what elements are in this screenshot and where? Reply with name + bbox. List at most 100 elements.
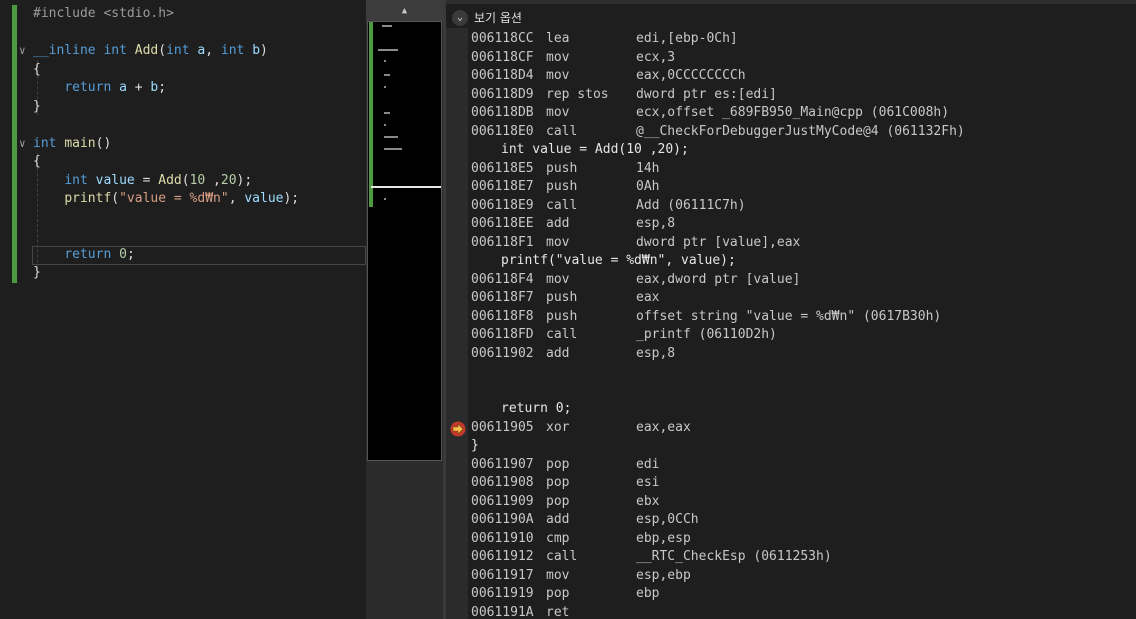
minimap-text xyxy=(384,148,402,150)
mnemonic-cell: mov xyxy=(546,68,570,83)
source-line-row[interactable]: return 0; xyxy=(446,400,1136,418)
keyword-token: __inline xyxy=(33,43,96,58)
address-cell: 006118DB xyxy=(471,105,534,120)
plain-token: ( xyxy=(158,43,167,58)
function-token: printf xyxy=(64,191,112,206)
chevron-down-icon[interactable]: ⌄ xyxy=(452,10,468,26)
identifier-token: b xyxy=(252,43,261,58)
number-token: 20 xyxy=(220,172,237,188)
operand-cell: ecx,offset _689FB950_Main@cpp (061C008h) xyxy=(636,105,950,120)
disasm-row[interactable]: 0061191A ret xyxy=(446,604,1136,619)
disasm-row[interactable]: 006118F1 mov dword ptr [value],eax xyxy=(446,234,1136,252)
operand-cell: _printf (06110D2h) xyxy=(636,327,777,342)
code-line-text: int main() xyxy=(33,134,111,153)
address-cell: 006118FD xyxy=(471,327,534,342)
plain-token: } xyxy=(33,98,41,114)
address-cell: 006118F8 xyxy=(471,308,534,324)
minimap-text xyxy=(384,124,386,126)
mnemonic-cell: cmp xyxy=(546,530,570,546)
address-cell: 00611909 xyxy=(471,493,534,509)
address-cell: 006118F1 xyxy=(471,234,534,250)
keyword-token: int xyxy=(64,172,88,188)
address-cell: 006118CC xyxy=(471,31,534,46)
disasm-row[interactable]: 006118F8 push offset string "value = %d₩n"… xyxy=(446,308,1136,326)
disasm-row[interactable]: 006118DB mov ecx,offset _689FB950_Main@cpp… xyxy=(446,104,1136,122)
disasm-row[interactable]: 006118E0 call @__CheckForDebuggerJustMyCod… xyxy=(446,123,1136,141)
source-editor[interactable]: #include <stdio.h> ∨ __inline int Add(int … xyxy=(0,0,366,619)
address-cell: 00611910 xyxy=(471,530,534,546)
operand-cell: dword ptr [value],eax xyxy=(636,234,801,250)
plain-token: = xyxy=(134,172,159,188)
minimap-viewport[interactable] xyxy=(367,21,442,461)
plain-token: ); xyxy=(236,172,253,188)
keyword-token: int xyxy=(33,135,57,151)
scroll-up-button[interactable]: ▲ xyxy=(366,0,443,22)
minimap-caret-line xyxy=(371,186,441,188)
source-line-text: return 0; xyxy=(501,401,572,416)
plain-token: + xyxy=(126,80,151,95)
keyword-token: int xyxy=(166,43,190,58)
disasm-row[interactable]: 00611908 pop esi xyxy=(446,474,1136,492)
code-line-text: { xyxy=(33,60,41,79)
operand-cell: esp,ebp xyxy=(636,567,691,583)
disasm-row[interactable]: 006118D4 mov eax,0CCCCCCCCh xyxy=(446,67,1136,85)
mnemonic-cell: mov xyxy=(546,49,570,65)
disasm-row[interactable]: 00611909 pop ebx xyxy=(446,493,1136,511)
keyword-token: int xyxy=(220,43,245,58)
fold-toggle-icon[interactable]: ∨ xyxy=(19,41,29,60)
disasm-row[interactable]: 006118CF mov ecx,3 xyxy=(446,49,1136,67)
mnemonic-cell: push xyxy=(546,308,578,324)
fold-toggle-icon[interactable]: ∨ xyxy=(19,134,29,153)
arrow-up-icon: ▲ xyxy=(401,6,408,16)
disasm-row-current[interactable]: 00611905 xor eax,eax xyxy=(446,419,1136,437)
disasm-row[interactable]: 006118CC lea edi,[ebp-0Ch] xyxy=(446,30,1136,48)
disasm-row[interactable]: 006118F7 push eax xyxy=(446,289,1136,307)
disassembly-window[interactable]: ⌄ 보기 옵션 006118CC lea edi,[ebp-0Ch] 006118CF… xyxy=(446,0,1136,619)
disasm-row[interactable]: 006118E9 call Add (06111C7h) xyxy=(446,197,1136,215)
address-cell: 00611905 xyxy=(471,419,534,435)
view-options-header[interactable]: ⌄ 보기 옵션 xyxy=(446,5,1136,29)
operand-cell: __RTC_CheckEsp (0611253h) xyxy=(636,549,832,564)
minimap-change-bar xyxy=(369,22,373,207)
source-line-text: } xyxy=(471,438,479,453)
minimap-text xyxy=(384,136,398,138)
operand-cell: esp,8 xyxy=(636,216,676,231)
identifier-token: value xyxy=(95,172,135,188)
keyword-token: return xyxy=(64,80,112,95)
disasm-row[interactable]: 006118FD call _printf (06110D2h) xyxy=(446,326,1136,344)
disasm-row[interactable]: 00611919 pop ebp xyxy=(446,585,1136,603)
plain-token: { xyxy=(33,61,41,77)
blank-row xyxy=(446,363,1136,381)
source-line-row[interactable]: int value = Add(10 ,20); xyxy=(446,141,1136,159)
view-options-label[interactable]: 보기 옵션 xyxy=(474,9,522,26)
disasm-row[interactable]: 006118D9 rep stos dword ptr es:[edi] xyxy=(446,86,1136,104)
disasm-row[interactable]: 00611907 pop edi xyxy=(446,456,1136,474)
plain-token: ( xyxy=(181,172,190,188)
disasm-row[interactable]: 006118F4 mov eax,dword ptr [value] xyxy=(446,271,1136,289)
disasm-row[interactable]: 00611912 call __RTC_CheckEsp (0611253h) xyxy=(446,548,1136,566)
disasm-row[interactable]: 006118E5 push 14h xyxy=(446,160,1136,178)
operand-cell: offset string "value = %d₩n" (0617B30h) xyxy=(636,308,942,324)
source-line-row[interactable]: } xyxy=(446,437,1136,455)
change-tracking-bar xyxy=(12,5,17,283)
disasm-row[interactable]: 006118EE add esp,8 xyxy=(446,215,1136,233)
disasm-row[interactable]: 00611902 add esp,8 xyxy=(446,345,1136,363)
address-cell: 00611912 xyxy=(471,549,534,564)
operand-cell: 14h xyxy=(636,160,660,176)
mnemonic-cell: xor xyxy=(546,419,570,435)
code-line-text: #include <stdio.h> xyxy=(33,4,174,23)
number-token: 10 xyxy=(189,172,206,188)
code-line-text: printf("value = %d₩n", value); xyxy=(33,189,299,208)
source-line-row[interactable]: printf("value = %d₩n", value); xyxy=(446,252,1136,270)
disasm-row[interactable]: 00611910 cmp ebp,esp xyxy=(446,530,1136,548)
code-minimap[interactable]: ▲ xyxy=(366,0,443,619)
address-cell: 006118D9 xyxy=(471,86,534,102)
disasm-row[interactable]: 0061190A add esp,0CCh xyxy=(446,511,1136,529)
disasm-row[interactable]: 006118E7 push 0Ah xyxy=(446,178,1136,196)
disasm-row[interactable]: 00611917 mov esp,ebp xyxy=(446,567,1136,585)
operand-cell: 0Ah xyxy=(636,179,660,194)
address-cell: 00611917 xyxy=(471,567,534,583)
plain-token: ; xyxy=(126,246,135,262)
